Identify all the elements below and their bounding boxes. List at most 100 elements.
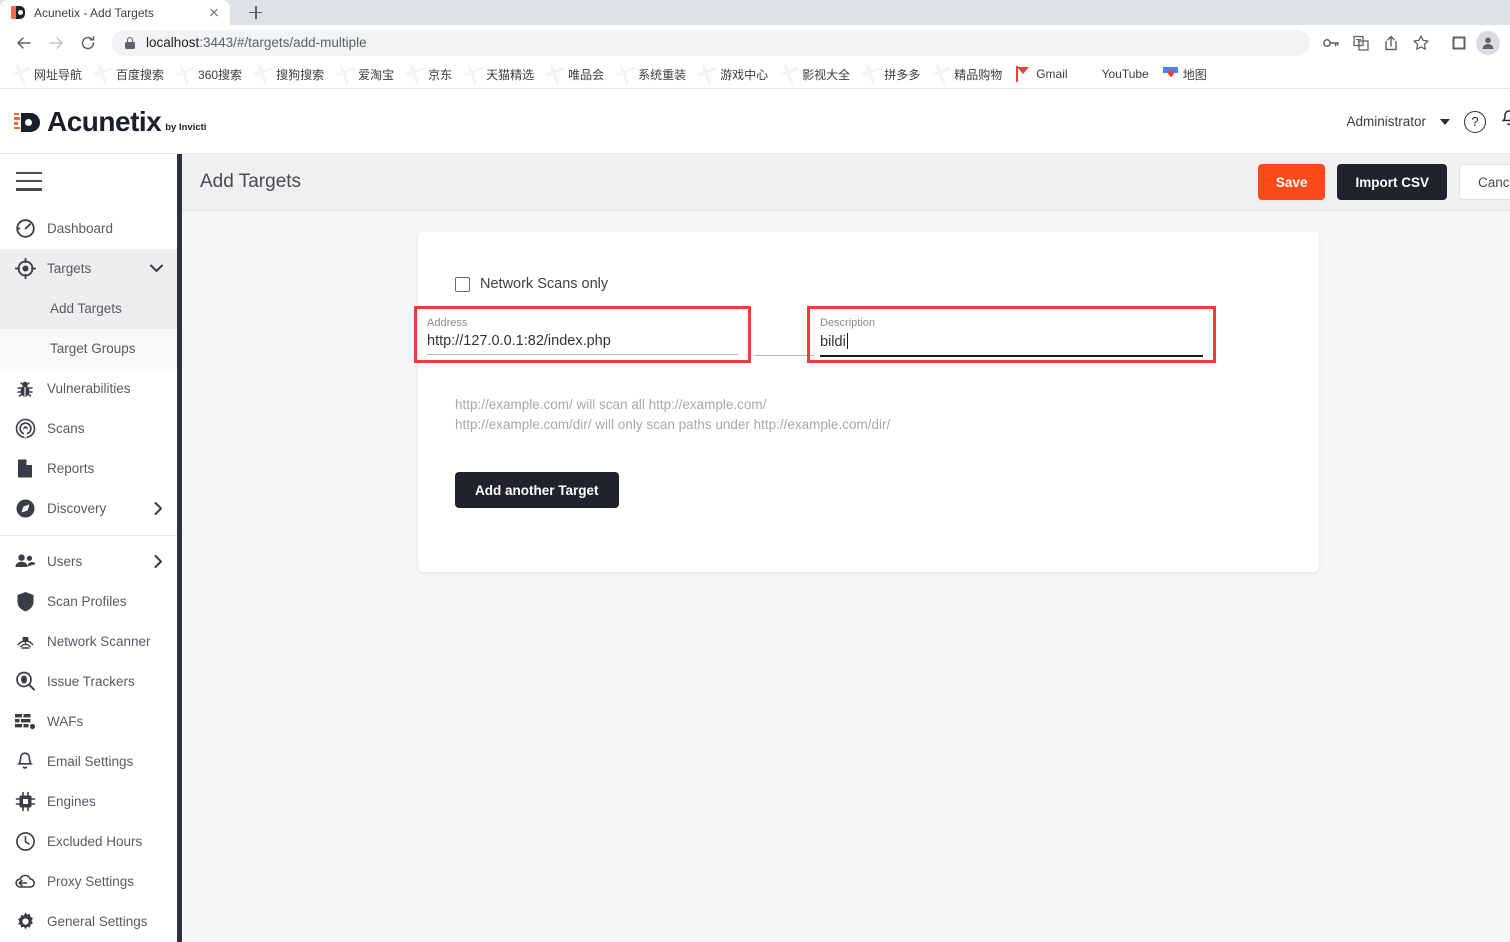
bug-icon [12,376,38,402]
sidebar-item-scans[interactable]: Scans [0,409,177,449]
address-bar[interactable]: localhost:3443/#/targets/add-multiple [112,29,1310,56]
bookmark-label: 影视大全 [802,67,851,82]
notifications-icon[interactable] [1500,109,1510,134]
globe-icon [782,67,797,82]
user-menu-label[interactable]: Administrator [1346,114,1426,129]
address-bar-url: localhost:3443/#/targets/add-multiple [146,35,367,50]
sidebar-label: Target Groups [50,341,136,357]
sidebar-item-target-groups[interactable]: Target Groups [0,328,177,369]
browser-toolbar: localhost:3443/#/targets/add-multiple [0,25,1510,60]
bookmark-label: Gmail [1036,67,1068,81]
globe-icon [256,67,271,82]
sidebar-item-email-settings[interactable]: Email Settings [0,742,177,782]
sidebar-item-wafs[interactable]: WAFs [0,702,177,742]
acunetix-logo[interactable]: Acunetix by Invicti [10,107,206,136]
sidebar-item-targets[interactable]: Targets [0,248,177,289]
collections-icon[interactable] [1446,30,1472,56]
bookmark-item[interactable]: 唯品会 [542,63,610,85]
globe-icon [338,67,353,82]
add-another-target-button[interactable]: Add another Target [455,472,619,508]
bookmark-label: 系统重装 [638,67,687,82]
lock-icon [124,36,136,50]
bookmark-item[interactable]: 游戏中心 [694,63,774,85]
sidebar-label: Users [47,554,83,570]
cancel-button[interactable]: Cance [1458,164,1510,200]
content-header: Add Targets Save Import CSV Cance [182,154,1510,211]
bookmark-star-icon[interactable] [1408,30,1434,56]
profile-avatar-icon[interactable] [1476,30,1500,55]
bookmark-item[interactable]: 精品购物 [928,63,1008,85]
hamburger-menu-icon[interactable] [0,154,177,209]
sidebar-item-engines[interactable]: Engines [0,782,177,822]
sidebar-label: Network Scanner [47,634,151,650]
bookmark-item[interactable]: 拼多多 [858,63,926,85]
sidebar-item-general-settings[interactable]: General Settings [0,902,177,942]
chevron-down-icon[interactable] [1440,118,1450,125]
globe-icon [548,67,563,82]
main-content: Add Targets Save Import CSV Cance Networ… [182,154,1510,942]
new-tab-button[interactable] [242,0,270,25]
bookmark-item[interactable]: 影视大全 [776,63,856,85]
bookmark-item[interactable]: 系统重装 [612,63,692,85]
sidebar-label: Dashboard [47,221,114,237]
bookmark-item[interactable]: YouTube [1076,63,1155,85]
bookmark-item[interactable]: 百度搜索 [90,63,170,85]
sidebar-item-add-targets[interactable]: Add Targets [0,288,177,329]
sidebar-label: WAFs [47,714,84,730]
sidebar-item-scan-profiles[interactable]: Scan Profiles [0,582,177,622]
bookmark-item[interactable]: 爱淘宝 [332,63,400,85]
bookmark-item[interactable]: 京东 [402,63,458,85]
key-icon[interactable] [1318,30,1344,56]
globe-icon [408,67,423,82]
sidebar-item-discovery[interactable]: Discovery [0,489,177,529]
sidebar-label: Targets [47,261,92,277]
chevron-down-icon [150,264,163,273]
bookmark-item[interactable]: 360搜索 [172,63,248,85]
address-input[interactable]: http://127.0.0.1:82/index.php [427,333,738,349]
translate-icon[interactable] [1348,30,1374,56]
back-arrow-icon[interactable] [10,29,38,57]
page-title: Add Targets [200,171,302,192]
tab-title: Acunetix - Add Targets [34,5,154,20]
sidebar-label: Engines [47,794,96,810]
sidebar-label: General Settings [47,914,148,930]
sidebar-item-excluded-hours[interactable]: Excluded Hours [0,822,177,862]
sidebar-item-issue-trackers[interactable]: Issue Trackers [0,662,177,702]
sidebar-item-reports[interactable]: Reports [0,449,177,489]
sidebar-item-proxy-settings[interactable]: Proxy Settings [0,862,177,902]
sidebar-item-vulnerabilities[interactable]: Vulnerabilities [0,369,177,409]
tab-strip: Acunetix - Add Targets [0,0,1510,25]
browser-tab-active[interactable]: Acunetix - Add Targets [0,0,230,25]
share-icon[interactable] [1378,30,1404,56]
bookmarks-bar: 网址导航 百度搜索 360搜索 搜狗搜索 爱淘宝 京东 天猫精选 唯品会 系统重… [0,60,1510,89]
bookmark-item[interactable]: 地图 [1157,63,1213,85]
description-value: bildi [820,334,846,350]
bookmark-item[interactable]: 网址导航 [8,63,88,85]
import-csv-button[interactable]: Import CSV [1337,164,1447,200]
target-hint-text: http://example.com/ will scan all http:/… [455,395,890,435]
bookmark-item[interactable]: 天猫精选 [460,63,540,85]
bookmark-item[interactable]: 搜狗搜索 [250,63,330,85]
close-icon[interactable] [206,5,222,21]
address-label: Address [427,317,468,329]
description-field-highlight: Description bildi [807,306,1216,363]
description-input[interactable]: bildi [820,333,1203,350]
bookmark-label: 拼多多 [884,67,921,82]
hint-line-1: http://example.com/ will scan all http:/… [455,397,767,412]
save-button[interactable]: Save [1257,164,1326,200]
network-scans-only-checkbox[interactable] [455,276,470,292]
scan-icon [12,416,38,442]
address-field-highlight: Address http://127.0.0.1:82/index.php [414,306,751,363]
bookmark-label: YouTube [1101,67,1149,81]
bookmark-label: 网址导航 [34,67,83,82]
reload-icon[interactable] [74,29,102,57]
network-scans-only-row[interactable]: Network Scans only [418,232,1319,292]
dashboard-icon [12,216,38,242]
forward-arrow-icon[interactable] [42,29,70,57]
sidebar-item-dashboard[interactable]: Dashboard [0,209,177,249]
app-body: Dashboard Targets Add Targets Target Gro… [0,154,1510,942]
bookmark-item[interactable]: Gmail [1010,63,1073,85]
sidebar-item-users[interactable]: Users [0,542,177,582]
sidebar-item-network-scanner[interactable]: Network Scanner [0,622,177,662]
help-icon[interactable]: ? [1464,110,1486,133]
